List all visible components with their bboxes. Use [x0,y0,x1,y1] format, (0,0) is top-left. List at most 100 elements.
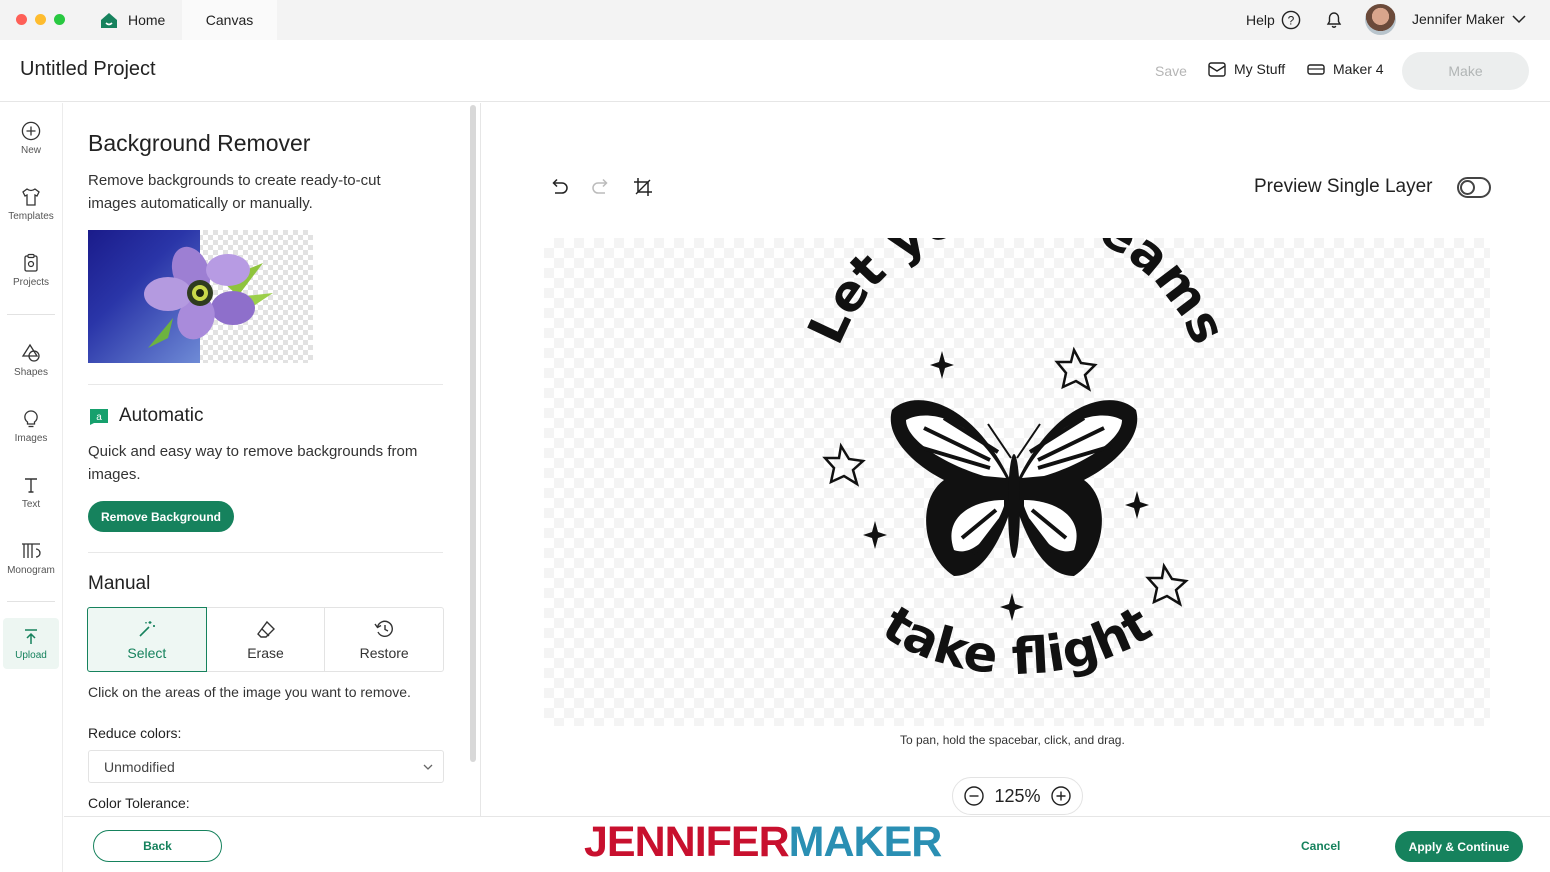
rail-label-upload: Upload [15,650,47,661]
zoom-window-button[interactable] [54,14,65,25]
example-image [88,230,313,363]
rail-item-shapes[interactable]: Shapes [3,343,59,378]
restore-tool-label: Restore [359,644,409,661]
reduce-colors-label: Reduce colors: [88,725,182,741]
background-remover-panel: Background Remover Remove backgrounds to… [64,103,468,816]
automatic-description: Quick and easy way to remove backgrounds… [88,443,418,483]
rail-item-upload[interactable]: Upload [3,618,59,669]
window-tab-bar: Home Canvas Help ? Jennifer Maker [0,0,1550,40]
project-header: Untitled Project Save My Stuff Maker 4 M… [0,40,1550,102]
rail-item-templates[interactable]: Templates [3,187,59,222]
save-button[interactable]: Save [1155,63,1187,79]
select-tool-label: Select [127,644,167,661]
color-tolerance-label: Color Tolerance: [88,795,190,811]
text-icon [25,478,37,493]
manual-hint: Click on the areas of the image you want… [88,684,411,700]
undo-icon[interactable] [548,176,570,198]
clipboard-icon [24,253,38,272]
rail-item-images[interactable]: Images [3,409,59,444]
rail-label-templates: Templates [8,211,54,222]
project-title[interactable]: Untitled Project [20,58,156,81]
rail-label-text: Text [21,499,41,510]
flower-illustration [144,246,273,348]
zoom-control: 125% [952,777,1083,815]
machine-label: Maker 4 [1333,61,1384,77]
help-button[interactable]: Help ? [1246,10,1301,30]
rail-label-projects: Projects [12,277,50,288]
erase-tool-label: Erase [247,644,284,661]
tab-home-label: Home [128,12,166,28]
make-button[interactable]: Make [1402,52,1529,90]
zoom-in-icon[interactable] [1050,785,1072,807]
automatic-section-header: a Automatic [88,405,203,427]
chevron-down-icon [423,764,433,770]
panel-scrollbar[interactable] [468,103,481,816]
select-tool-button[interactable]: Select [87,607,207,672]
watermark-part-1: JENNIFER [584,818,790,866]
close-window-button[interactable] [16,14,27,25]
design-canvas[interactable]: Let your dreams take flight [544,177,1490,726]
rail-item-new[interactable]: New [3,121,59,156]
machine-button[interactable]: Maker 4 [1307,61,1384,77]
user-name[interactable]: Jennifer Maker [1412,11,1505,27]
preview-single-layer-label: Preview Single Layer [1254,176,1433,197]
eraser-icon [256,620,275,638]
butterfly-illustration [890,400,1138,576]
design-artwork: Let your dreams take flight [797,177,1238,686]
cancel-button[interactable]: Cancel [1301,839,1340,853]
watermark-part-2: MAKER [788,818,943,866]
panel-scrollbar-thumb[interactable] [470,105,476,762]
rail-divider [7,314,55,315]
user-avatar[interactable] [1365,4,1396,35]
manual-title: Manual [88,573,151,594]
automatic-title: Automatic [119,405,204,426]
rail-item-text[interactable]: Text [3,475,59,510]
top-arc-text: Let your dreams [797,238,1238,352]
history-icon [374,620,394,637]
reduce-colors-value: Unmodified [104,758,175,775]
preview-single-layer-toggle[interactable] [1457,177,1491,198]
rail-label-shapes: Shapes [14,367,48,378]
monogram-icon [22,543,41,558]
home-icon [101,12,117,28]
svg-text:?: ? [1287,14,1294,28]
upload-icon [25,629,37,644]
shapes-icon [21,343,40,362]
rail-item-projects[interactable]: Projects [3,253,59,288]
zoom-out-icon[interactable] [963,785,985,807]
jennifermaker-watermark: JENNIFERMAKER [584,818,943,867]
erase-tool-button[interactable]: Erase [205,607,326,672]
lightbulb-icon [24,410,38,428]
footer-bar: Back JENNIFERMAKER Cancel Apply & Contin… [64,816,1550,872]
section-divider [88,552,443,553]
tab-canvas-label: Canvas [205,12,254,28]
rail-divider [7,601,55,602]
back-button[interactable]: Back [93,830,222,862]
minimize-window-button[interactable] [35,14,46,25]
chevron-down-icon[interactable] [1512,12,1526,26]
apply-continue-button[interactable]: Apply & Continue [1395,831,1523,862]
tab-canvas[interactable]: Canvas [182,0,277,40]
inbox-icon [1208,61,1226,77]
rail-label-images: Images [14,433,48,444]
manual-tools: Select Erase Restore [87,607,445,672]
my-stuff-button[interactable]: My Stuff [1208,61,1285,77]
my-stuff-label: My Stuff [1234,61,1286,77]
question-circle-icon: ? [1281,10,1301,30]
remove-background-button[interactable]: Remove Background [88,501,234,532]
toggle-knob [1460,180,1475,195]
rail-label-monogram: Monogram [7,565,55,576]
canvas-toolbar [548,176,654,198]
panel-title: Background Remover [88,130,311,156]
notification-bell-icon[interactable] [1324,9,1344,29]
magic-wand-icon [139,620,155,637]
zoom-level: 125% [994,785,1041,806]
automatic-icon: a [90,409,108,425]
rail-item-monogram[interactable]: Monogram [3,541,59,576]
reduce-colors-select[interactable]: Unmodified [88,750,444,783]
crop-icon[interactable] [632,176,654,198]
tab-home[interactable]: Home [88,0,182,40]
restore-tool-button[interactable]: Restore [324,607,445,672]
redo-icon[interactable] [590,176,612,198]
plus-circle-icon [21,121,41,141]
